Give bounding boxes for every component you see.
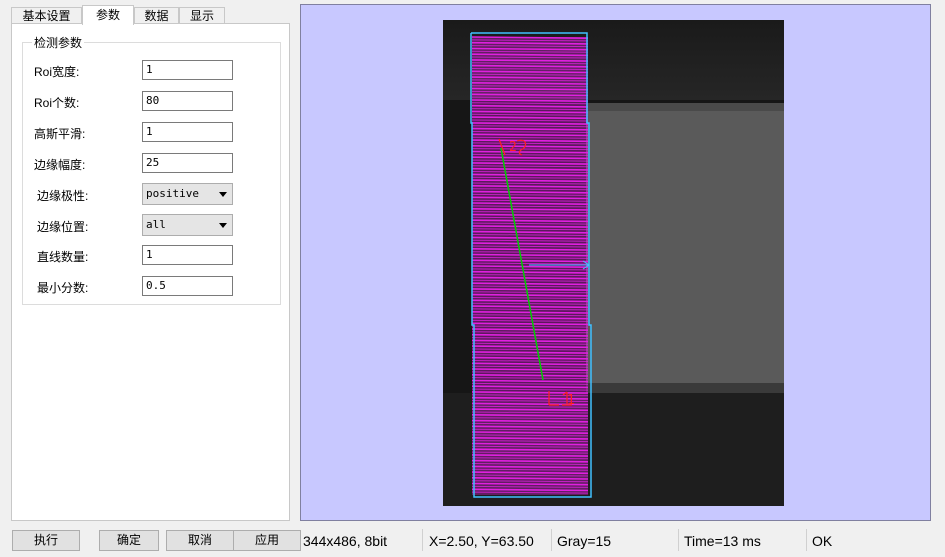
status-divider <box>422 529 423 551</box>
roi-lines-overlay <box>471 36 589 495</box>
status-divider <box>678 529 679 551</box>
roi-width-label: Roi宽度: <box>34 65 80 79</box>
image-canvas: 2 1 <box>443 20 784 506</box>
edge-amplitude-input[interactable]: 25 <box>142 153 233 173</box>
status-divider <box>551 529 552 551</box>
cancel-button[interactable]: 取消 <box>166 530 234 551</box>
tab-basic-settings[interactable]: 基本设置 <box>11 7 82 24</box>
chevron-down-icon <box>219 192 227 197</box>
roi-count-label: Roi个数: <box>34 96 80 110</box>
marker-label-2: 2 <box>509 140 517 155</box>
status-time: Time=13 ms <box>684 533 761 549</box>
execute-button[interactable]: 执行 <box>12 530 80 551</box>
line-count-input[interactable]: 1 <box>142 245 233 265</box>
parameter-panel: 检测参数 Roi宽度: 1 Roi个数: 80 高斯平滑: 1 边缘幅度: 25… <box>11 23 290 521</box>
gaussian-smooth-input[interactable]: 1 <box>142 122 233 142</box>
status-image-info: 344x486, 8bit <box>303 533 388 549</box>
status-divider <box>806 529 807 551</box>
edge-position-select[interactable]: all <box>142 214 233 236</box>
min-score-label: 最小分数: <box>37 281 89 295</box>
roi-line <box>471 208 589 211</box>
edge-position-label: 边缘位置: <box>37 220 89 234</box>
object-bottom-edge <box>586 383 784 393</box>
roi-line <box>471 322 589 326</box>
status-gray: Gray=15 <box>557 533 612 549</box>
confirm-button[interactable]: 确定 <box>99 530 159 551</box>
edge-polarity-value: positive <box>146 187 199 200</box>
group-title: 检测参数 <box>32 34 85 51</box>
roi-line <box>471 437 589 440</box>
edge-polarity-label: 边缘极性: <box>37 189 89 203</box>
detection-params-group: 检测参数 Roi宽度: 1 Roi个数: 80 高斯平滑: 1 边缘幅度: 25… <box>22 34 281 305</box>
marker-label-1: 1 <box>567 393 575 408</box>
apply-button[interactable]: 应用 <box>233 530 301 551</box>
edge-position-value: all <box>146 218 166 231</box>
tab-display[interactable]: 显示 <box>179 7 225 24</box>
min-score-input[interactable]: 0.5 <box>142 276 233 296</box>
roi-count-input[interactable]: 80 <box>142 91 233 111</box>
tab-parameters[interactable]: 参数 <box>82 5 134 25</box>
line-count-label: 直线数量: <box>37 250 89 264</box>
status-result: OK <box>812 533 833 549</box>
chevron-down-icon <box>219 223 227 228</box>
edge-polarity-select[interactable]: positive <box>142 183 233 205</box>
gaussian-smooth-label: 高斯平滑: <box>34 127 86 141</box>
edge-amplitude-label: 边缘幅度: <box>34 158 86 172</box>
object-top-edge <box>586 103 784 111</box>
bright-object-region <box>586 103 784 388</box>
status-coords: X=2.50, Y=63.50 <box>429 533 534 549</box>
tab-data[interactable]: 数据 <box>134 7 179 24</box>
roi-width-input[interactable]: 1 <box>142 60 233 80</box>
image-view[interactable]: 2 1 <box>300 4 931 521</box>
